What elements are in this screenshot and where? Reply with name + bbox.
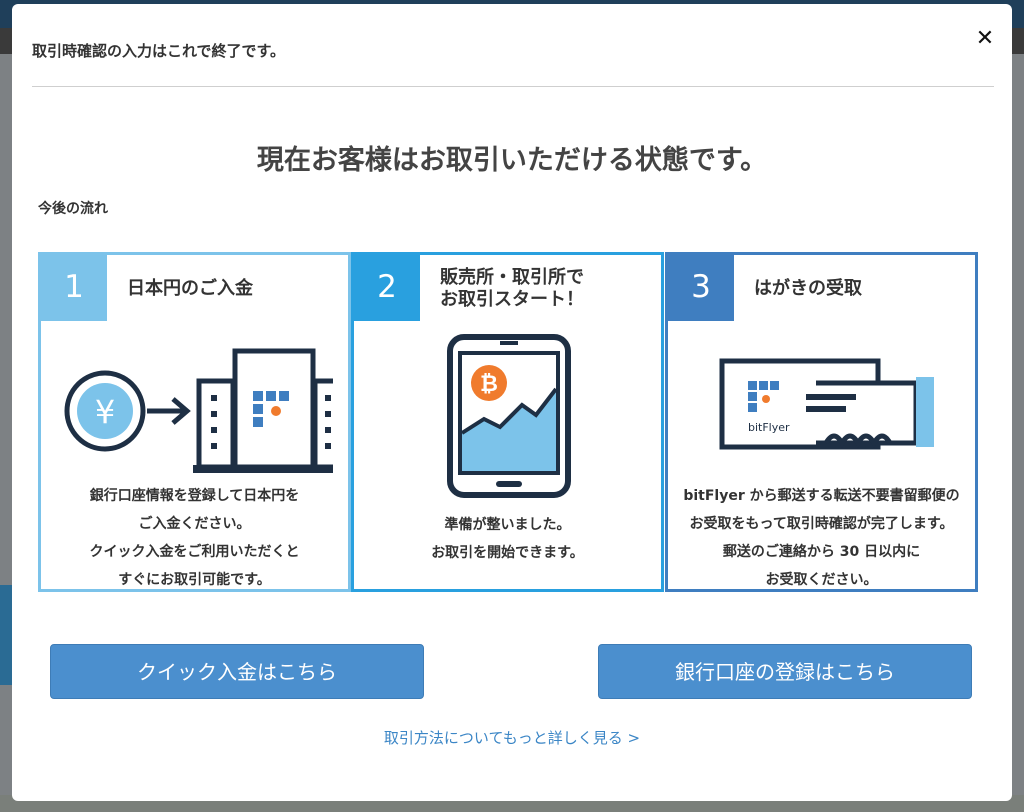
desc-line: クイック入金をご利用いただくと [89,544,300,560]
step-description: bitFlyer から郵送する転送不要書留郵便の お受取をもって取引時確認が完了… [668,482,975,594]
step-title: はがきの受取 [754,278,862,300]
step-title-line: お取引スタート！ [440,289,584,310]
step-card-deposit: 1 日本円のご入金 ¥ 銀行口座情報を登録して日本円を ご入金ください。 クイッ… [38,252,351,592]
flow-label: 今後の流れ [38,201,108,217]
modal-header-title: 取引時確認の入力はこれで終了です。 [32,42,286,60]
desc-line: お取引を開始できます。 [431,545,584,561]
step-description: 銀行口座情報を登録して日本円を ご入金ください。 クイック入金をご利用いただくと… [41,482,348,594]
desc-line: お受取をもって取引時確認が完了します。 [689,516,954,532]
step-description: 準備が整いました。 お取引を開始できます。 [354,511,661,567]
step-title-line: 日本円のご入金 [127,278,253,299]
step-card-start-trading: 2 販売所・取引所で お取引スタート！ ₿ 準備が整いました。 お取引を開始でき… [351,252,664,592]
header-divider [32,86,994,87]
step-title: 販売所・取引所で お取引スタート！ [440,267,584,311]
desc-line: ご入金ください。 [138,516,251,532]
step-title: 日本円のご入金 [127,278,253,300]
desc-line: すぐにお取引可能です。 [118,572,271,588]
desc-line: 郵送のご連絡から 30 日以内に [722,544,921,560]
step-number: 2 [354,255,420,321]
desc-line: 銀行口座情報を登録して日本円を [89,488,300,504]
desc-line: お受取ください。 [765,572,878,588]
step-number: 3 [668,255,734,321]
tablet-chart-illustration: ₿ [447,334,571,498]
flow-steps: 1 日本円のご入金 ¥ 銀行口座情報を登録して日本円を ご入金ください。 クイッ… [38,252,982,596]
postcard-hand-illustration: bitFlyer [719,358,934,450]
step-title-line: はがきの受取 [754,278,862,299]
step-number: 1 [41,255,107,321]
step-card-postcard: 3 はがきの受取 bitFlyer bitFlyer から郵送する転送不要書留郵… [665,252,978,592]
card-brand-label: bitFlyer [748,421,790,434]
status-headline: 現在お客様はお取引いただける状態です。 [256,145,768,176]
bank-register-button[interactable]: 銀行口座の登録はこちら [598,644,972,699]
step-title-line: 販売所・取引所で [440,267,584,288]
desc-line: bitFlyer から郵送する転送不要書留郵便の [683,488,960,504]
trading-guide-link[interactable]: 取引方法についてもっと詳しく見る > [12,727,1012,748]
bitcoin-icon: ₿ [480,372,498,397]
yen-deposit-illustration: ¥ [64,348,333,473]
yen-icon: ¥ [95,393,115,431]
quick-deposit-button[interactable]: クイック入金はこちら [50,644,424,699]
confirmation-modal: 取引時確認の入力はこれで終了です。 ✕ 現在お客様はお取引いただける状態です。 … [12,4,1012,801]
desc-line: 準備が整いました。 [444,517,571,533]
background-right-edge [1010,54,1024,812]
close-icon[interactable]: ✕ [974,28,996,50]
